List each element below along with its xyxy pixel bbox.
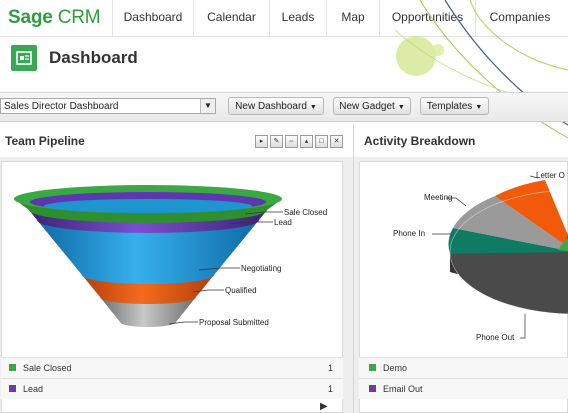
funnel-inner-blue xyxy=(44,199,252,213)
nav-map[interactable]: Map xyxy=(326,0,379,36)
play-icon[interactable]: ▸ xyxy=(255,135,268,148)
legend-count: 1 xyxy=(327,363,333,373)
caret-down-icon: ▼ xyxy=(475,104,483,111)
legend-row-email-out[interactable]: Email Out xyxy=(359,378,568,399)
legend-swatch-green xyxy=(9,364,16,371)
legend-count: 1 xyxy=(327,384,333,394)
new-gadget-label: New Gadget xyxy=(339,101,395,112)
label-meeting: Meeting xyxy=(424,193,452,202)
team-pipeline-title: Team Pipeline xyxy=(5,134,85,148)
dashboard-toolbar: Sales Director Dashboard ▼ New Dashboard… xyxy=(0,92,568,122)
page-title: Dashboard xyxy=(49,48,138,67)
legend-swatch-purple xyxy=(9,385,16,392)
label-lead: Lead xyxy=(274,218,292,227)
top-navigation: Sage CRM Dashboard Calendar Leads Map Op… xyxy=(0,0,568,37)
brand-crm: CRM xyxy=(57,7,101,28)
pipeline-funnel-chart: Sale Closed Lead Negotiating Qualified P… xyxy=(14,185,327,327)
caret-down-icon: ▼ xyxy=(397,104,405,111)
dashboard-icon xyxy=(11,45,37,71)
legend-row-demo[interactable]: Demo xyxy=(359,357,568,378)
new-dashboard-button[interactable]: New Dashboard ▼ xyxy=(228,97,324,115)
legend-swatch-purple xyxy=(369,385,376,392)
next-page-icon[interactable]: ▶ xyxy=(320,401,328,412)
label-sale-closed: Sale Closed xyxy=(284,208,327,217)
nav-companies[interactable]: Companies xyxy=(475,0,564,36)
nav-calendar[interactable]: Calendar xyxy=(193,0,269,36)
label-letter-out: Letter O xyxy=(536,171,565,180)
new-dashboard-label: New Dashboard xyxy=(235,101,307,112)
label-phone-in: Phone In xyxy=(393,229,425,238)
templates-button[interactable]: Templates ▼ xyxy=(420,97,489,115)
edit-icon[interactable]: ✎ xyxy=(270,135,283,148)
minimize-icon[interactable]: ▴ xyxy=(300,135,313,148)
legend-swatch-green xyxy=(369,364,376,371)
label-phone-out: Phone Out xyxy=(476,333,515,342)
new-gadget-button[interactable]: New Gadget ▼ xyxy=(333,97,411,115)
chevron-down-icon[interactable]: ▼ xyxy=(200,99,215,113)
legend-label: Lead xyxy=(23,384,44,394)
nav-dashboard[interactable]: Dashboard xyxy=(112,0,193,36)
gadget-divider xyxy=(353,124,354,413)
activity-breakdown-title: Activity Breakdown xyxy=(364,134,476,148)
legend-label: Email Out xyxy=(383,384,423,394)
link-icon[interactable]: ⇔ xyxy=(285,135,298,148)
label-qualified: Qualified xyxy=(225,286,257,295)
caret-down-icon: ▼ xyxy=(309,104,317,111)
templates-label: Templates xyxy=(426,101,473,112)
legend-label: Sale Closed xyxy=(23,363,72,373)
legend-row-sale-closed[interactable]: Sale Closed 1 xyxy=(1,357,343,378)
nav-leads[interactable]: Leads xyxy=(269,0,326,36)
sage-crm-logo[interactable]: Sage CRM xyxy=(8,7,101,29)
label-negotiating: Negotiating xyxy=(241,264,281,273)
brand-sage: Sage xyxy=(8,7,53,28)
activity-pie-chart: Letter O Meeting Phone In Phone Out xyxy=(393,171,568,342)
legend-label: Demo xyxy=(383,363,408,373)
dashboard-select[interactable]: Sales Director Dashboard ▼ xyxy=(0,98,216,114)
nav-opportunities[interactable]: Opportunities xyxy=(379,0,475,36)
label-proposal-submitted: Proposal Submitted xyxy=(199,318,269,327)
dashboard-select-value: Sales Director Dashboard xyxy=(4,101,119,112)
dashboard-header: Dashboard xyxy=(0,37,568,91)
maximize-icon[interactable]: □ xyxy=(315,135,328,148)
legend-row-lead[interactable]: Lead 1 xyxy=(1,378,343,399)
close-icon[interactable]: ✕ xyxy=(330,135,343,148)
